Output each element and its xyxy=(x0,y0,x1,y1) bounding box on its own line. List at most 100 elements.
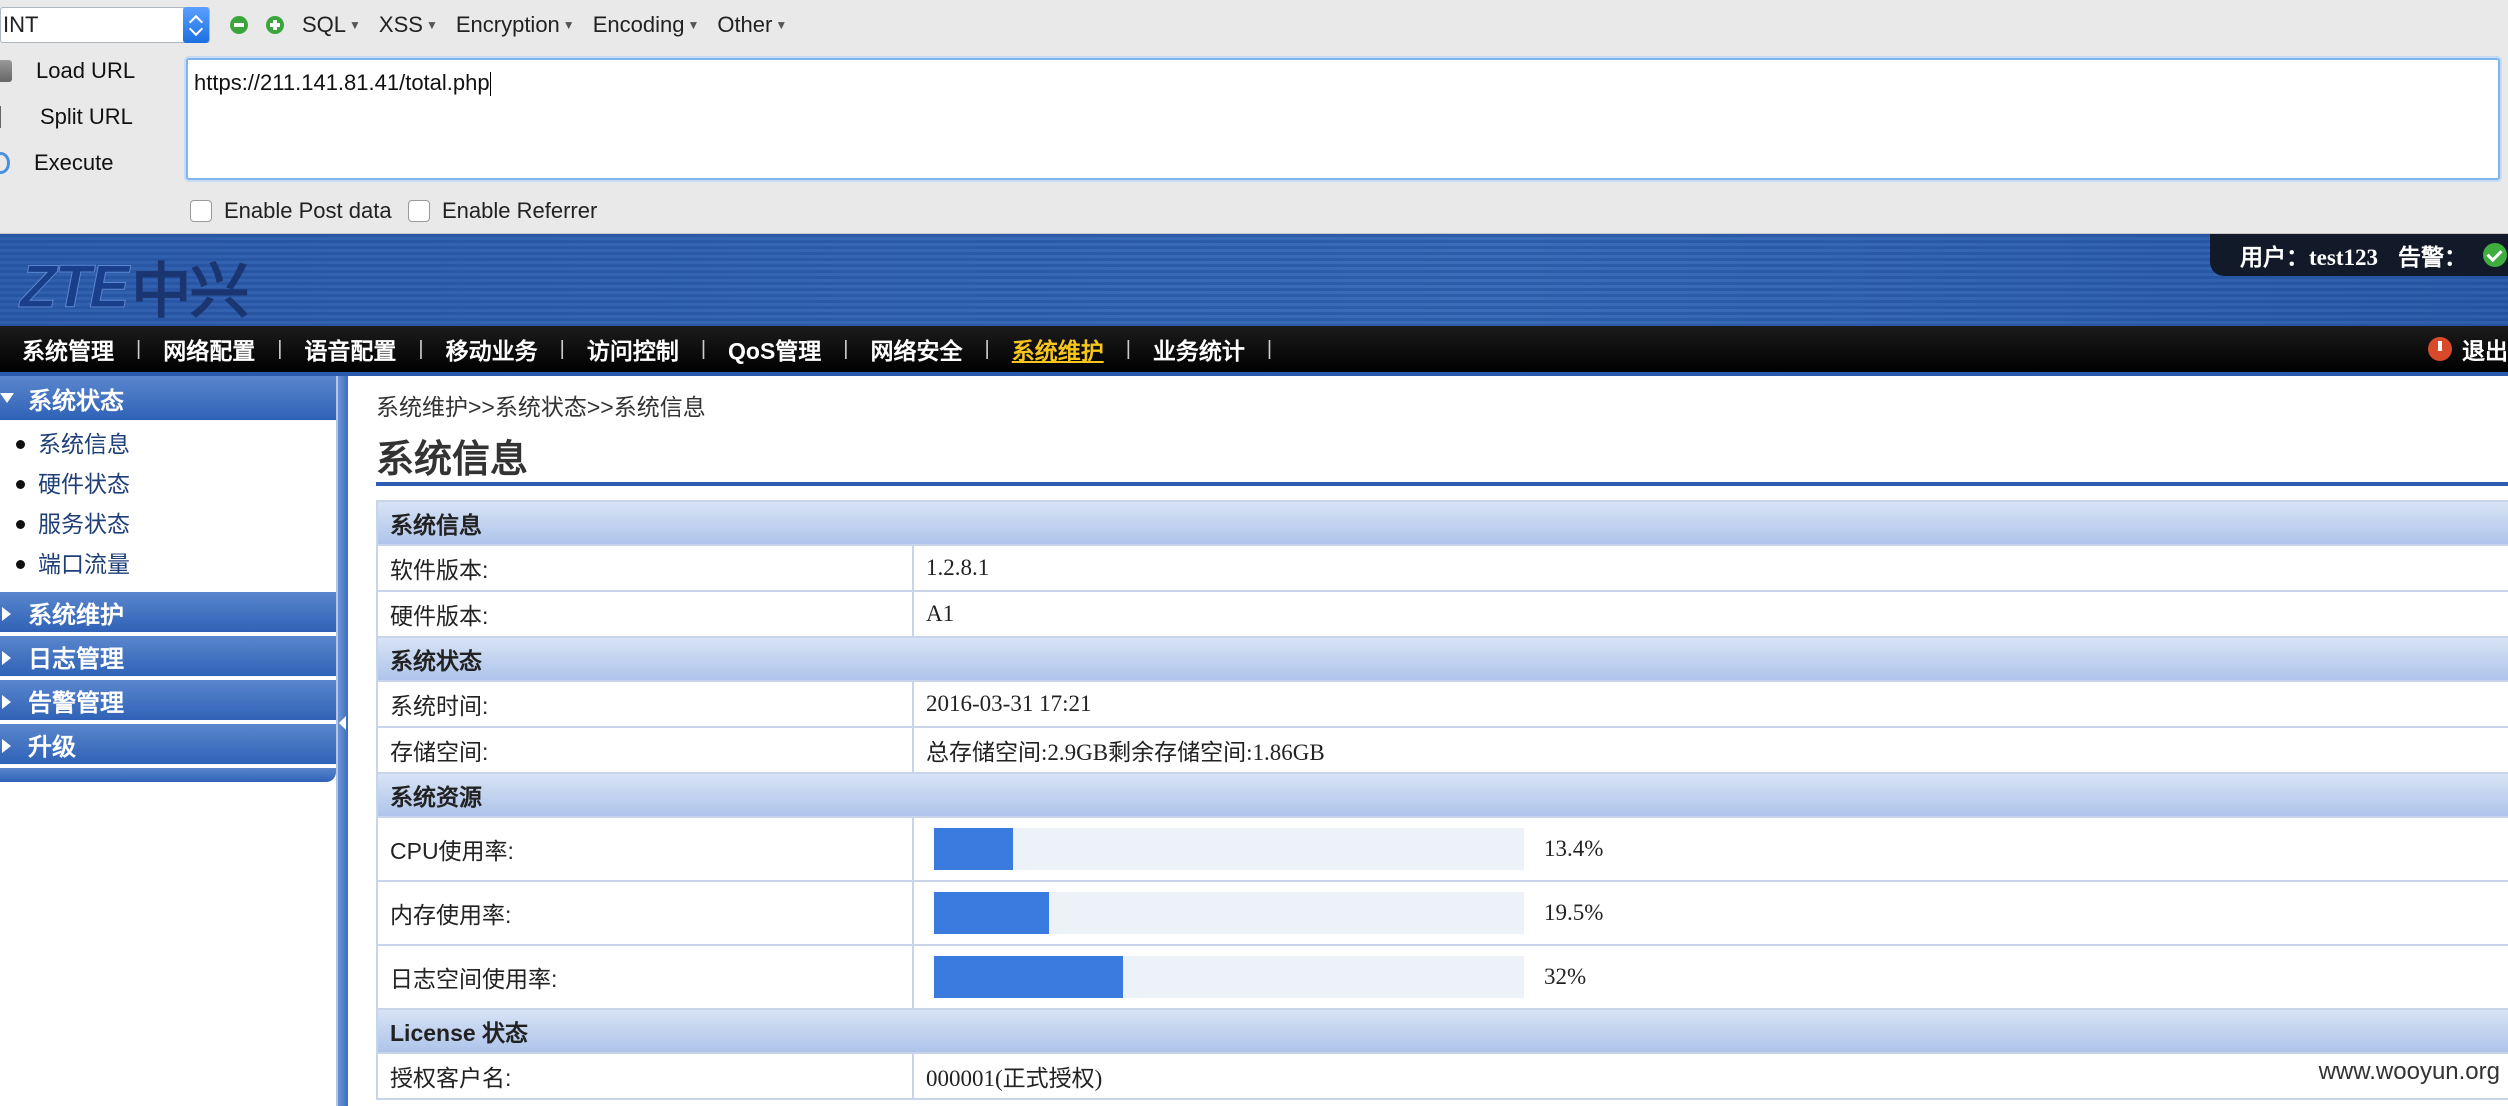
sidebar-group-label: 系统状态 xyxy=(28,387,124,415)
user-status-bar: 用户：test123 告警： xyxy=(2210,234,2508,276)
increase-icon[interactable] xyxy=(266,16,284,34)
software-version-label: 软件版本: xyxy=(376,544,914,592)
collapsed-arrow-icon xyxy=(2,607,11,621)
sidebar-group-upgrade[interactable]: 升级 xyxy=(0,724,336,768)
sidebar-item-hardware-status[interactable]: 硬件状态 xyxy=(0,464,336,504)
sidebar: 系统状态 系统信息 硬件状态 服务状态 端口流量 系统维护 日志管理 告警管理 … xyxy=(0,376,338,1106)
section-header-row: 系统资源 xyxy=(376,772,2508,818)
url-text: https://211.141.81.41/total.php xyxy=(194,70,490,95)
split-url-button[interactable]: Split URL xyxy=(0,104,133,130)
execute-icon xyxy=(0,152,10,174)
memory-usage-value: 19.5% xyxy=(1544,900,1604,925)
url-textarea[interactable]: https://211.141.81.41/total.php xyxy=(186,58,2500,180)
execute-label: Execute xyxy=(34,150,114,175)
encoding-menu[interactable]: Encoding ▼ xyxy=(593,12,700,38)
watermark: www.wooyun.org xyxy=(2318,1058,2500,1085)
log-space-usage-cell: 32% xyxy=(912,944,2508,1010)
decrease-icon[interactable] xyxy=(230,16,248,34)
cpu-usage-label: CPU使用率: xyxy=(376,816,914,882)
system-info-table: 系统信息 软件版本: 1.2.8.1 硬件版本: A1 系统状态 系统时间: 2… xyxy=(376,500,2508,1100)
log-space-usage-bar xyxy=(934,956,1524,998)
nav-access-control[interactable]: 访问控制 xyxy=(565,332,679,366)
encoding-type-select[interactable]: INT xyxy=(0,7,210,43)
storage-label: 存储空间: xyxy=(376,726,914,774)
nav-system-management[interactable]: 系统管理 xyxy=(0,332,114,366)
cpu-usage-value: 13.4% xyxy=(1544,836,1604,861)
execute-button[interactable]: Execute xyxy=(0,150,114,176)
table-row: 软件版本: 1.2.8.1 xyxy=(376,544,2508,592)
nav-service-statistics[interactable]: 业务统计 xyxy=(1131,332,1245,366)
section-title: 系统状态 xyxy=(376,636,2508,682)
load-url-button[interactable]: Load URL xyxy=(0,58,135,84)
table-row: CPU使用率: 13.4% xyxy=(376,816,2508,882)
table-row: 硬件版本: A1 xyxy=(376,590,2508,638)
encryption-menu[interactable]: Encryption ▼ xyxy=(456,12,575,38)
sidebar-group-label: 升级 xyxy=(28,733,76,761)
sidebar-item-port-traffic[interactable]: 端口流量 xyxy=(0,544,336,584)
sql-menu[interactable]: SQL ▼ xyxy=(302,12,361,38)
xss-menu[interactable]: XSS ▼ xyxy=(379,12,438,38)
table-row: 授权客户名: 000001(正式授权) xyxy=(376,1052,2508,1100)
memory-usage-label: 内存使用率: xyxy=(376,880,914,946)
nav-qos[interactable]: QoS管理 xyxy=(706,332,821,366)
breadcrumb: 系统维护>>系统状态>>系统信息 xyxy=(376,394,706,420)
text-cursor xyxy=(489,72,491,97)
logout-button[interactable]: 退出 xyxy=(2428,326,2508,372)
sidebar-group-label: 告警管理 xyxy=(28,689,124,717)
table-row: 内存使用率: 19.5% xyxy=(376,880,2508,946)
encoding-type-value: INT xyxy=(3,12,39,37)
sidebar-item-system-info[interactable]: 系统信息 xyxy=(0,424,336,464)
alarm-ok-icon[interactable] xyxy=(2482,243,2507,267)
main-nav: 系统管理 | 网络配置 | 语音配置 | 移动业务 | 访问控制 | QoS管理 | 网络安… xyxy=(0,326,2508,372)
sidebar-group-maintenance[interactable]: 系统维护 xyxy=(0,592,336,636)
collapsed-arrow-icon xyxy=(2,651,11,665)
page-title: 系统信息 xyxy=(376,439,529,481)
other-menu[interactable]: Other ▼ xyxy=(717,12,787,38)
checkbox-box[interactable] xyxy=(190,200,212,222)
logout-label: 退出 xyxy=(2462,338,2508,364)
enable-post-label: Enable Post data xyxy=(224,198,392,223)
hackbar-menu-bar: INT SQL ▼ XSS ▼ Encryption ▼ Encoding ▼ Othe… xyxy=(0,6,787,44)
user-label: 用户：test123 xyxy=(2240,245,2378,270)
software-version-value: 1.2.8.1 xyxy=(912,544,2508,592)
split-url-icon xyxy=(0,106,16,128)
nav-mobile-service[interactable]: 移动业务 xyxy=(424,332,538,366)
log-space-usage-value: 32% xyxy=(1544,964,1587,989)
section-header-row: 系统状态 xyxy=(376,636,2508,682)
nav-voice-config[interactable]: 语音配置 xyxy=(282,332,396,366)
table-row: 存储空间: 总存储空间:2.9GB剩余存储空间:1.86GB xyxy=(376,726,2508,774)
sidebar-group-label: 日志管理 xyxy=(28,645,124,673)
memory-usage-bar xyxy=(934,892,1524,934)
caret-down-icon: ▼ xyxy=(775,18,788,32)
section-title: 系统资源 xyxy=(376,772,2508,818)
sidebar-group-alarm-management[interactable]: 告警管理 xyxy=(0,680,336,724)
section-header-row: 系统信息 xyxy=(376,500,2508,546)
sidebar-group-log-management[interactable]: 日志管理 xyxy=(0,636,336,680)
nav-network-config[interactable]: 网络配置 xyxy=(141,332,255,366)
checkbox-box[interactable] xyxy=(408,200,430,222)
hardware-version-label: 硬件版本: xyxy=(376,590,914,638)
section-title: License 状态 xyxy=(376,1008,2508,1054)
enable-referrer-checkbox[interactable]: Enable Referrer xyxy=(408,198,597,224)
select-arrows-icon[interactable] xyxy=(183,7,209,43)
sidebar-collapse-handle[interactable] xyxy=(338,376,348,1106)
nav-system-maintenance[interactable]: 系统维护 xyxy=(990,332,1104,366)
section-title: 系统信息 xyxy=(376,500,2508,546)
hackbar-toolbar: INT SQL ▼ XSS ▼ Encryption ▼ Encoding ▼ Othe… xyxy=(0,0,2508,234)
licensed-customer-label: 授权客户名: xyxy=(376,1052,914,1100)
split-url-label: Split URL xyxy=(40,104,133,129)
sidebar-item-service-status[interactable]: 服务状态 xyxy=(0,504,336,544)
other-menu-label: Other xyxy=(717,12,773,37)
power-icon xyxy=(2428,337,2452,361)
system-time-value: 2016-03-31 17:21 xyxy=(912,680,2508,728)
enable-post-checkbox[interactable]: Enable Post data xyxy=(190,198,392,224)
section-header-row: License 状态 xyxy=(376,1008,2508,1054)
sidebar-group-system-status[interactable]: 系统状态 xyxy=(0,376,336,420)
licensed-customer-value: 000001(正式授权) xyxy=(912,1052,2508,1100)
alarm-label: 告警： xyxy=(2397,245,2467,270)
expanded-arrow-icon xyxy=(0,393,14,403)
memory-usage-cell: 19.5% xyxy=(912,880,2508,946)
nav-network-security[interactable]: 网络安全 xyxy=(849,332,963,366)
logo-cn-text: 中兴 xyxy=(131,257,249,325)
zte-logo: ZTE 中兴 xyxy=(19,252,249,325)
